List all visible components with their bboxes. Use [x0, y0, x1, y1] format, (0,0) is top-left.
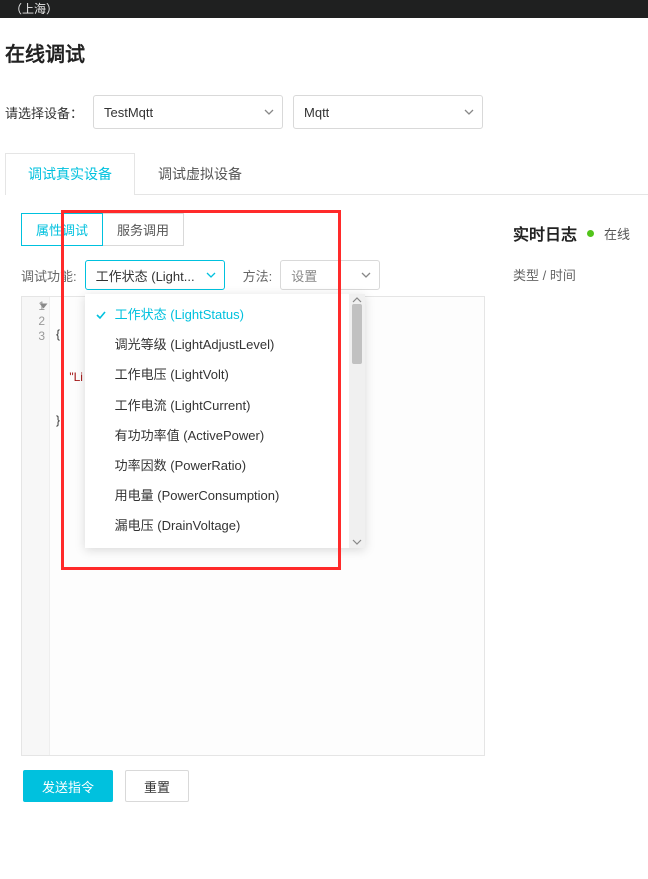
option-label: 功率因数 (PowerRatio) — [115, 458, 246, 473]
option-label: 有功功率值 (ActivePower) — [115, 428, 265, 443]
dropdown-option[interactable]: 工作状态 (LightStatus) — [85, 300, 349, 330]
option-label: 工作电流 (LightCurrent) — [115, 398, 251, 413]
gutter-num: 1 — [26, 299, 45, 314]
page-title: 在线调试 — [5, 38, 648, 67]
tabs-level-2: 属性调试 服务调用 — [21, 213, 485, 246]
dropdown-option[interactable]: 有功功率值 (ActivePower) — [85, 421, 349, 451]
right-column: 实时日志 在线 类型 / 时间 — [513, 213, 648, 802]
method-select-value: 设置 — [291, 266, 317, 285]
scrollbar[interactable] — [349, 294, 365, 548]
dropdown-option[interactable]: 漏电压 (DrainVoltage) — [85, 511, 349, 541]
tab-property-label: 属性调试 — [36, 223, 88, 238]
method-select-wrap: 设置 — [280, 260, 380, 290]
dropdown-option[interactable]: 功率因数 (PowerRatio) — [85, 451, 349, 481]
dropdown-list: 工作状态 (LightStatus) 调光等级 (LightAdjustLeve… — [85, 294, 349, 548]
device-select-1[interactable]: TestMqtt — [93, 95, 283, 129]
function-select-wrap: 工作状态 (Light... 工作状 — [85, 260, 225, 290]
reset-button[interactable]: 重置 — [125, 770, 189, 802]
status-text: 在线 — [604, 224, 630, 243]
device-label: 请选择设备： — [5, 103, 83, 122]
status-dot-icon — [587, 230, 594, 237]
fold-icon[interactable] — [40, 304, 48, 309]
dropdown-option[interactable]: 工作电压 (LightVolt) — [85, 360, 349, 390]
topbar-text: （上海） — [10, 2, 58, 16]
top-bar: （上海） — [0, 0, 648, 18]
tab-service-call[interactable]: 服务调用 — [103, 213, 184, 246]
method-label: 方法: — [243, 266, 273, 285]
chevron-down-icon — [206, 272, 216, 278]
log-header: 实时日志 在线 — [513, 221, 648, 245]
button-row: 发送指令 重置 — [21, 756, 485, 802]
method-select[interactable]: 设置 — [280, 260, 380, 290]
option-label: 调光等级 (LightAdjustLevel) — [115, 337, 275, 352]
send-command-button[interactable]: 发送指令 — [23, 770, 113, 802]
device-select-1-value: TestMqtt — [104, 105, 153, 120]
check-icon — [95, 308, 107, 320]
chevron-down-icon — [264, 109, 274, 115]
log-table-header: 类型 / 时间 — [513, 265, 648, 284]
func-label: 调试功能: — [21, 266, 77, 285]
function-select[interactable]: 工作状态 (Light... — [85, 260, 225, 290]
log-title: 实时日志 — [513, 221, 577, 245]
control-row: 调试功能: 工作状态 (Light... — [21, 260, 485, 290]
option-label: 漏电压 (DrainVoltage) — [115, 518, 241, 533]
tab-real-device[interactable]: 调试真实设备 — [5, 153, 135, 194]
line-gutter: 1 2 3 — [22, 297, 50, 755]
tab-service-label: 服务调用 — [117, 223, 169, 238]
device-select-2-value: Mqtt — [304, 105, 329, 120]
tab-virtual-device[interactable]: 调试虚拟设备 — [135, 153, 265, 194]
tab-real-label: 调试真实设备 — [28, 166, 112, 182]
left-column: 属性调试 服务调用 调试功能: 工作状态 (Light... — [5, 213, 485, 802]
scrollbar-thumb[interactable] — [352, 304, 362, 364]
dropdown-option[interactable]: 工作电流 (LightCurrent) — [85, 391, 349, 421]
dropdown-option[interactable]: 用电量 (PowerConsumption) — [85, 481, 349, 511]
device-selector-row: 请选择设备： TestMqtt Mqtt — [5, 95, 648, 129]
chevron-down-icon — [464, 109, 474, 115]
scroll-down-icon — [352, 539, 362, 545]
tab-property-debug[interactable]: 属性调试 — [21, 213, 103, 246]
scroll-up-icon — [352, 297, 362, 303]
gutter-num: 3 — [26, 329, 45, 344]
option-label: 用电量 (PowerConsumption) — [115, 488, 280, 503]
function-dropdown: 工作状态 (LightStatus) 调光等级 (LightAdjustLeve… — [85, 294, 365, 548]
dropdown-option[interactable]: 调光等级 (LightAdjustLevel) — [85, 330, 349, 360]
main-panel: 属性调试 服务调用 调试功能: 工作状态 (Light... — [5, 195, 648, 820]
chevron-down-icon — [361, 272, 371, 278]
gutter-num: 2 — [26, 314, 45, 329]
option-label: 工作状态 (LightStatus) — [115, 307, 244, 322]
tabs-level-1: 调试真实设备 调试虚拟设备 — [5, 153, 648, 195]
tab-virtual-label: 调试虚拟设备 — [158, 166, 242, 182]
device-select-2[interactable]: Mqtt — [293, 95, 483, 129]
option-label: 工作电压 (LightVolt) — [115, 367, 229, 382]
function-select-value: 工作状态 (Light... — [96, 266, 195, 285]
scrollbar-track[interactable] — [350, 304, 364, 538]
